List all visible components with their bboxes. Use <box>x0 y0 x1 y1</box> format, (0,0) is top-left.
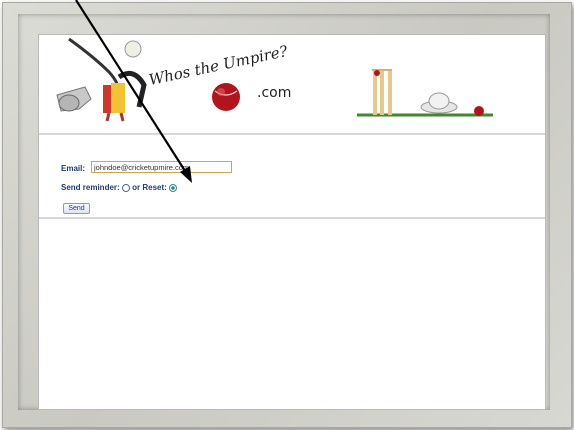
email-field[interactable] <box>91 161 232 173</box>
send-reminder-radio[interactable] <box>121 183 130 192</box>
email-label: Email: <box>61 164 86 173</box>
send-button[interactable]: Send <box>63 203 90 214</box>
reset-radio[interactable] <box>169 183 178 192</box>
wicket-stumps-icon <box>357 69 493 117</box>
send-reminder-label: Send reminder: <box>61 183 120 192</box>
web-page: Whos the Umpire? .com Email: Send remind… <box>38 34 546 410</box>
options-row: Send reminder: or Reset: <box>61 183 178 192</box>
whistle-icon <box>56 37 147 122</box>
site-banner: Whos the Umpire? .com <box>39 35 545 135</box>
reset-label: or Reset: <box>132 183 167 192</box>
cricket-ball-icon <box>212 83 240 111</box>
logo-suffix: .com <box>257 85 292 101</box>
reminder-form: Email: Send reminder: or Reset: Send <box>39 135 545 219</box>
